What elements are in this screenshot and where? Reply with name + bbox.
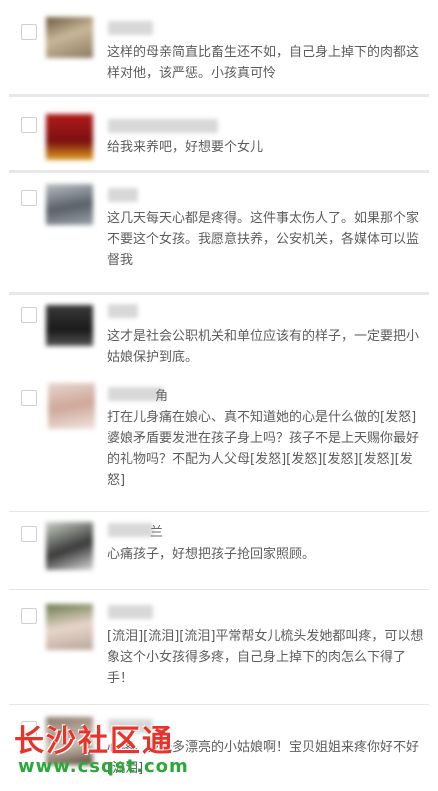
comment-text: 这几天每天心都是疼得。这件事太伤人了。如果那个家不要这个女孩。我愿意扶养，公安机… [107,211,420,268]
select-checkbox[interactable] [21,24,37,40]
comment-text: 心痛孩子，好想把孩子抢回家照顾。 [107,547,316,562]
avatar [46,305,93,346]
commenter-name-visible-char: 角 [155,389,169,404]
divider [9,511,429,512]
comment-item: [流泪][流泪][流泪]平常帮女儿梳头发她都叫疼，可以想象这个小女孩得多疼，自己… [0,592,438,702]
watermark-title: 长沙社区通 [14,724,174,759]
commenter-name [108,304,138,318]
comment-text: 这样的母亲简直比畜生还不如，自己身上掉下的肉都这样对他，该严惩。小孩真可怜 [107,45,420,81]
select-checkbox[interactable] [21,608,37,624]
select-checkbox[interactable] [21,190,37,206]
divider [9,589,429,590]
comment-item: 这才是社会公职机关和单位应该有的样子，一定要把小姑娘保护到底。 [0,296,438,371]
commenter-name [108,188,138,202]
commenter-name [108,21,153,35]
comment-text: 这才是社会公职机关和单位应该有的样子，一定要把小姑娘保护到底。 [107,329,420,365]
comment-text: 打在儿身痛在娘心、真不知道她的心是什么做的[发怒]婆娘矛盾要发泄在孩子身上吗？孩… [107,410,420,488]
comment-item: 这样的母亲简直比畜生还不如，自己身上掉下的肉都这样对他，该严惩。小孩真可怜 [0,0,438,92]
commenter-name [108,523,153,537]
avatar [46,522,93,570]
comment-item: 这几天每天心都是疼得。这件事太伤人了。如果那个家不要这个女孩。我愿意扶养，公安机… [0,176,438,286]
comment-item: 角 打在儿身痛在娘心、真不知道她的心是什么做的[发怒]婆娘矛盾要发泄在孩子身上吗… [0,378,438,508]
select-checkbox[interactable] [21,390,37,406]
comment-text: 给我来养吧，好想要个女儿 [107,140,264,155]
avatar [46,604,93,650]
avatar [46,114,93,160]
watermark-url: www.csqst.com [18,756,189,777]
comment-item: 兰 心痛孩子，好想把孩子抢回家照顾。 [0,514,438,584]
commenter-name-visible-char: 兰 [150,525,164,540]
divider [9,170,429,173]
avatar [48,383,95,429]
commenter-name [108,119,218,133]
divider [9,94,429,97]
comment-item: 给我来养吧，好想要个女儿 [0,100,438,168]
select-checkbox[interactable] [21,117,37,133]
avatar [46,17,93,58]
commenter-name [108,605,153,619]
select-checkbox[interactable] [21,307,37,323]
comment-text: [流泪][流泪][流泪]平常帮女儿梳头发她都叫疼，可以想象这个小女孩得多疼，自己… [107,629,424,686]
divider [9,704,429,705]
select-checkbox[interactable] [21,526,37,542]
divider [9,292,429,295]
watermark-logo: 长沙社区通 www.csqst.com [14,716,214,788]
avatar [46,184,93,225]
